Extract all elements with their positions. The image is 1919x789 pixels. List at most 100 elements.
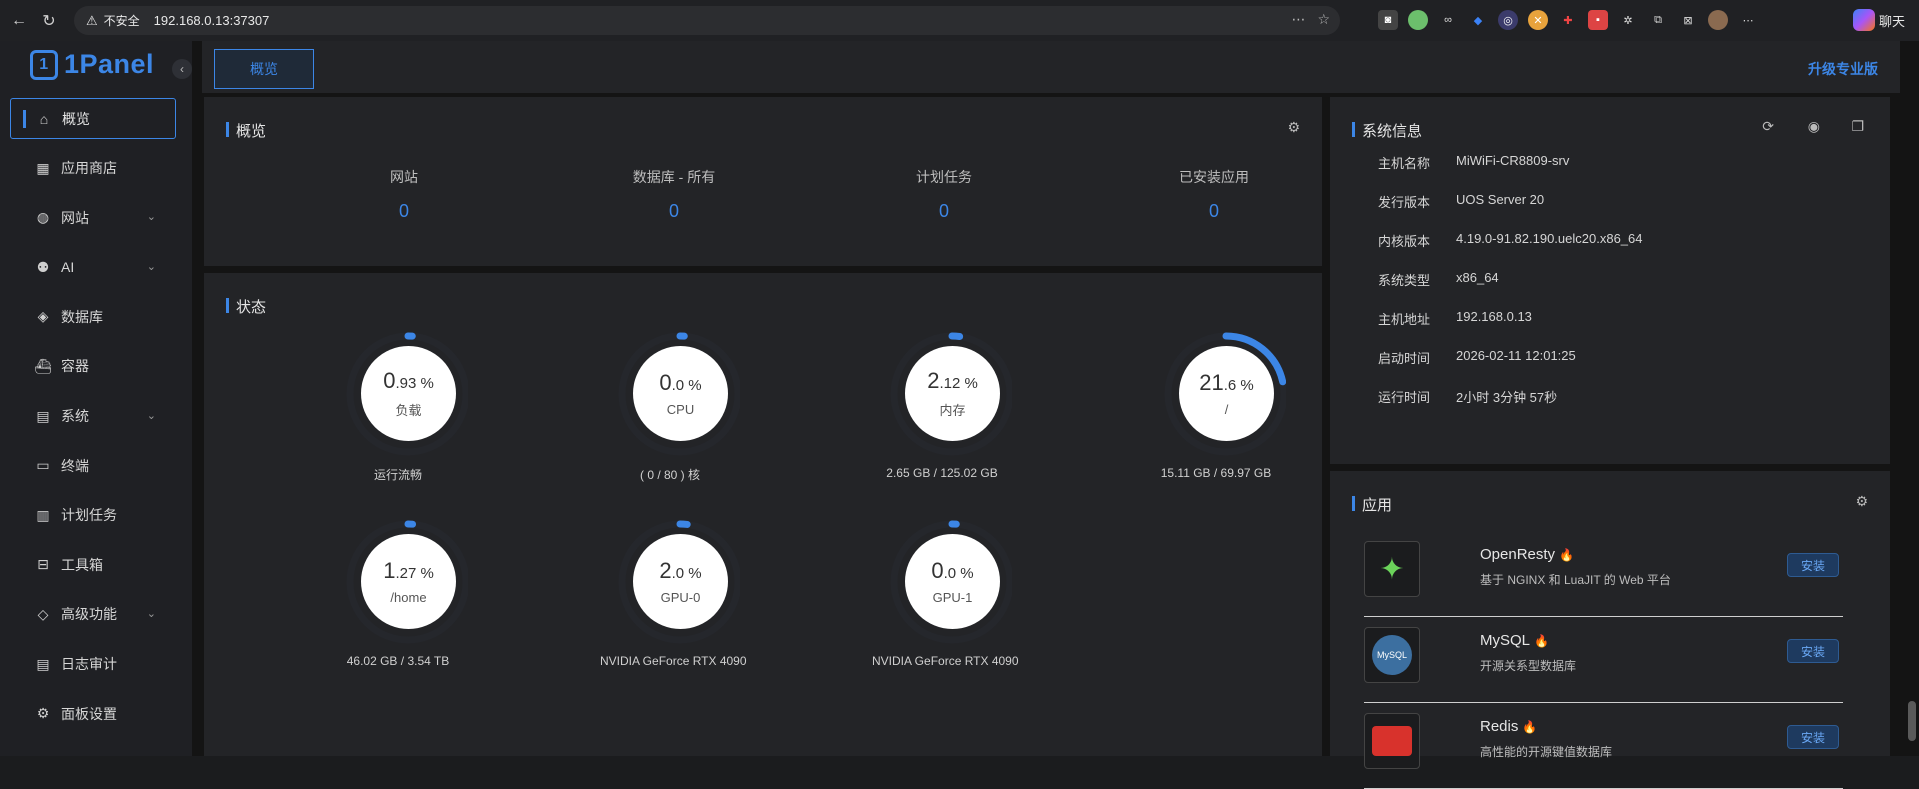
stat-value[interactable]: 0 <box>594 201 754 222</box>
extension-icon[interactable]: ✚ <box>1558 10 1578 30</box>
system-info-card: 系统信息 ⟳ ◉ ❐ 主机名称 MiWiFi-CR8809-srv 发行版本 UOS … <box>1330 97 1890 464</box>
overview-stat[interactable]: 网站 0 <box>324 167 484 222</box>
sidebar-item[interactable]: ⊟ 工具箱 <box>10 544 176 585</box>
app-root: 1 1Panel ‹ ⌂ 概览 ▦ 应用商店 ◍ 网站 ⌄ ⚉ AI ⌄ ◈ 数据库 ⛴ 容器 ▤ 系统 ⌄ ▭ 终… <box>0 41 1919 789</box>
gauge-center: 0.0 % GPU-1 <box>905 534 1000 629</box>
collapse-sidebar-button[interactable]: ‹ <box>172 59 192 79</box>
system-info-row: 主机地址 192.168.0.13 <box>1378 309 1532 328</box>
address-bar[interactable]: ⚠ 不安全 192.168.0.13:37307 ⋯ ☆ <box>74 6 1340 35</box>
stat-value[interactable]: 0 <box>1134 201 1294 222</box>
terminal-icon: ▭ <box>36 457 50 474</box>
gear-icon[interactable]: ⚙ <box>1287 119 1300 136</box>
split-screen-icon[interactable]: ⧉ <box>1648 10 1668 30</box>
avatar[interactable] <box>1708 10 1728 30</box>
chevron-down-icon: ⌄ <box>146 211 156 224</box>
install-button[interactable]: 安装 <box>1787 553 1839 577</box>
fire-icon: 🔥 <box>1522 720 1538 734</box>
diamond-icon: ◇ <box>37 605 49 622</box>
sidebar-item-label: 计划任务 <box>61 507 117 524</box>
system-info-row: 系统类型 x86_64 <box>1378 270 1499 289</box>
gauge-center: 0.93 % 负载 <box>361 346 456 441</box>
sidebar-item[interactable]: ◍ 网站 ⌄ <box>10 197 176 238</box>
app-list-item: ✦ OpenResty 🔥 基于 NGINX 和 LuaJIT 的 Web 平台 安装 <box>1364 531 1843 617</box>
extension-icon[interactable]: ▪ <box>1588 10 1608 30</box>
overview-stat[interactable]: 数据库 - 所有 0 <box>594 167 754 222</box>
status-gauge: 21.6 % / 15.11 GB / 69.97 GB <box>1146 328 1286 480</box>
sidebar-item-label: 日志审计 <box>61 656 117 673</box>
stat-label: 数据库 - 所有 <box>632 169 716 185</box>
sidebar-item[interactable]: ⌂ 概览 <box>10 98 176 139</box>
sidebar-item[interactable]: ▤ 日志审计 <box>10 644 176 685</box>
collections-icon[interactable]: ⊠ <box>1678 10 1698 30</box>
system-info-title: 系统信息 <box>1352 120 1422 141</box>
gauge-percent: 1.27 % <box>383 558 434 583</box>
reload-icon[interactable]: ↻ <box>34 6 64 36</box>
info-value: 2小时 3分钟 57秒 <box>1456 390 1558 405</box>
sidebar-item[interactable]: ▤ 系统 ⌄ <box>10 396 176 437</box>
logo-icon: 1 <box>30 49 58 80</box>
robot-icon: ⚉ <box>36 258 50 275</box>
gauge-percent: 0.0 % <box>931 558 974 583</box>
sidebar-item[interactable]: ▥ 计划任务 <box>10 495 176 536</box>
sidebar-item[interactable]: ⛴ 容器 <box>10 346 176 387</box>
refresh-icon[interactable]: ⟳ <box>1762 118 1774 135</box>
sidebar-item[interactable]: ◇ 高级功能 ⌄ <box>10 594 176 635</box>
system-info-row: 运行时间 2小时 3分钟 57秒 <box>1378 387 1557 406</box>
system-info-row: 启动时间 2026-02-11 12:01:25 <box>1378 348 1576 367</box>
sidebar-item[interactable]: ◈ 数据库 <box>10 296 176 337</box>
openresty-logo-icon: ✦ <box>1364 541 1420 597</box>
status-gauge: 0.93 % 负载 运行流畅 <box>328 328 468 483</box>
overview-stat[interactable]: 已安装应用 0 <box>1134 167 1294 222</box>
sidebar-item[interactable]: ▭ 终端 <box>10 445 176 486</box>
sidebar-item-label: 概览 <box>62 110 90 127</box>
calendar-icon: ▥ <box>36 506 50 523</box>
sidebar-item[interactable]: ⚙ 面板设置 <box>10 693 176 734</box>
extension-icon[interactable]: ∞ <box>1438 10 1458 30</box>
app-description: 开源关系型数据库 <box>1480 659 1577 673</box>
gauge-name: GPU-1 <box>932 590 973 605</box>
chat-button[interactable]: 聊天 <box>1852 8 1905 32</box>
extension-icon[interactable]: ◙ <box>1378 10 1398 30</box>
install-button[interactable]: 安装 <box>1787 639 1839 663</box>
gauge-percent: 0.93 % <box>383 368 434 393</box>
gear-icon[interactable]: ⚙ <box>1855 493 1868 510</box>
brand-logo[interactable]: 1 1Panel <box>30 49 154 80</box>
puzzle-icon[interactable]: ✲ <box>1618 10 1638 30</box>
upgrade-pro-link[interactable]: 升级专业版 <box>1808 59 1878 79</box>
extension-icon[interactable]: ◆ <box>1468 10 1488 30</box>
sidebar-item-label: 高级功能 <box>61 606 117 623</box>
status-gauge: 1.27 % /home 46.02 GB / 3.54 TB <box>328 516 468 668</box>
gauge-name: CPU <box>666 402 695 417</box>
app-list-item: Redis 🔥 高性能的开源键值数据库 安装 <box>1364 703 1843 789</box>
copy-icon[interactable]: ❐ <box>1851 118 1864 135</box>
install-button[interactable]: 安装 <box>1787 725 1839 749</box>
sidebar-item[interactable]: ⚉ AI ⌄ <box>10 247 176 288</box>
extension-icon[interactable]: ✕ <box>1528 10 1548 30</box>
gauge-center: 2.0 % GPU-0 <box>633 534 728 629</box>
back-arrow-icon[interactable]: ← <box>4 6 34 36</box>
menu-dots-icon[interactable]: ⋯ <box>1738 10 1758 30</box>
layers-icon: ◈ <box>37 308 49 325</box>
stat-value[interactable]: 0 <box>864 201 1024 222</box>
extension-icon[interactable] <box>1408 10 1428 30</box>
redis-logo-icon <box>1364 713 1420 769</box>
sidebar-item[interactable]: ▦ 应用商店 <box>10 148 176 189</box>
stat-value[interactable]: 0 <box>324 201 484 222</box>
app-name: OpenResty 🔥 <box>1480 546 1574 563</box>
tab-overview[interactable]: 概览 <box>214 49 314 89</box>
gauge-center: 21.6 % / <box>1179 346 1274 441</box>
chevron-down-icon: ⌄ <box>146 260 156 273</box>
more-options-icon[interactable]: ⋯ <box>1291 11 1305 28</box>
info-key: 发行版本 <box>1378 195 1431 210</box>
favorite-star-icon[interactable]: ☆ <box>1317 11 1330 28</box>
status-card: 状态 0.93 % 负载 运行流畅 0.0 % CPU ( 0 / 80 ) 核 2.12 … <box>204 273 1322 756</box>
info-value: UOS Server 20 <box>1456 192 1545 207</box>
extension-icon[interactable]: ◎ <box>1498 10 1518 30</box>
system-info-row: 主机名称 MiWiFi-CR8809-srv <box>1378 153 1569 172</box>
overview-stat[interactable]: 计划任务 0 <box>864 167 1024 222</box>
gauge-name: / <box>1224 402 1229 417</box>
scrollbar[interactable] <box>1908 701 1916 741</box>
eye-icon[interactable]: ◉ <box>1808 118 1820 135</box>
apps-card: 应用 ⚙ ✦ OpenResty 🔥 基于 NGINX 和 LuaJIT 的 Web … <box>1330 471 1890 789</box>
gauge-percent: 21.6 % <box>1199 370 1254 395</box>
